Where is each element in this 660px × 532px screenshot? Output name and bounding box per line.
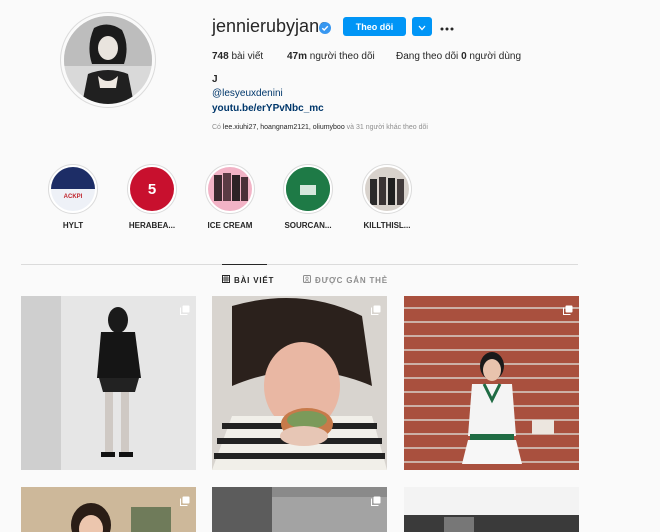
highlight-item[interactable]: ICE CREAM: [204, 164, 256, 230]
bio-name: J: [212, 74, 218, 85]
avatar: [64, 16, 152, 104]
profile-avatar-ring[interactable]: [60, 12, 156, 108]
post-thumbnail[interactable]: [21, 487, 196, 532]
highlight-cover: ACKPI: [51, 167, 95, 211]
posts-count-stat: 748 bài viết: [212, 51, 263, 62]
highlight-item[interactable]: KILLTHISL...: [361, 164, 413, 230]
followed-by-users: lee.xiuhi27, hoangnam2121, oliumyboo: [222, 124, 345, 131]
tab-posts[interactable]: BÀI VIẾT: [222, 275, 274, 285]
active-tab-indicator: [222, 264, 267, 265]
highlight-ring: 5: [127, 164, 177, 214]
highlight-label: HYLT: [62, 221, 84, 230]
highlight-badge: 5: [147, 180, 157, 198]
tab-tagged-label: ĐƯỢC GẮN THẺ: [315, 275, 388, 285]
posts-count: 748: [212, 51, 229, 62]
highlight-item[interactable]: ACKPI HYLT: [47, 164, 99, 230]
multiple-photos-icon: [563, 302, 573, 315]
multiple-photos-icon: [180, 302, 190, 315]
highlight-ring: [205, 164, 255, 214]
multiple-photos-icon: [180, 493, 190, 506]
post-thumbnail[interactable]: [21, 296, 196, 470]
highlight-item[interactable]: SOURCAN...: [282, 164, 334, 230]
following-suffix: người dùng: [469, 51, 522, 62]
posts-label: bài viết: [231, 51, 264, 62]
grid-icon: [222, 275, 230, 285]
highlight-ring: [362, 164, 412, 214]
post-thumbnail[interactable]: [404, 487, 579, 532]
bio-external-link[interactable]: youtu.be/erYPvNbc_mc: [212, 103, 324, 114]
followers-count: 47m: [287, 51, 308, 62]
highlight-cover: [365, 167, 409, 211]
highlight-cover: [208, 167, 252, 211]
highlight-label: SOURCAN...: [284, 221, 332, 230]
tab-tagged[interactable]: ĐƯỢC GẮN THẺ: [303, 275, 388, 285]
highlight-label: KILLTHISL...: [363, 221, 411, 230]
multiple-photos-icon: [371, 493, 381, 506]
more-options-button[interactable]: [439, 17, 455, 36]
post-thumbnail[interactable]: [212, 487, 387, 532]
tab-posts-label: BÀI VIẾT: [234, 275, 275, 285]
verified-badge-icon: [319, 21, 331, 34]
more-icon: [440, 18, 454, 36]
following-stat[interactable]: Đang theo dõi 0 người dùng: [396, 51, 521, 62]
profile-username: jennierubyjane: [212, 16, 330, 36]
post-thumbnail[interactable]: [212, 296, 387, 470]
multiple-photos-icon: [371, 302, 381, 315]
followed-by-prefix: Có: [212, 124, 221, 131]
following-count: 0: [461, 51, 467, 62]
highlight-ring: ACKPI: [48, 164, 98, 214]
bio-handle-link[interactable]: @lesyeuxdenini: [212, 88, 283, 99]
followers-stat[interactable]: 47m người theo dõi: [287, 51, 375, 62]
follow-button[interactable]: Theo dõi: [343, 17, 406, 36]
followed-by-text[interactable]: Có lee.xiuhi27, hoangnam2121, oliumyboo …: [212, 124, 428, 131]
tagged-user-icon: [303, 275, 311, 285]
tabs-divider: [21, 264, 578, 265]
highlight-ring: [283, 164, 333, 214]
svg-text:ACKPI: ACKPI: [64, 194, 83, 200]
chevron-down-icon: [418, 18, 426, 36]
following-prefix: Đang theo dõi: [396, 51, 459, 62]
highlight-cover: [286, 167, 330, 211]
followers-label: người theo dõi: [309, 51, 375, 62]
highlight-label: ICE CREAM: [207, 221, 253, 230]
highlight-item[interactable]: 5 HERABEA...: [126, 164, 178, 230]
highlight-cover: 5: [130, 167, 174, 211]
followed-by-suffix: và 31 người khác theo dõi: [346, 124, 428, 131]
post-thumbnail[interactable]: [404, 296, 579, 470]
suggested-accounts-button[interactable]: [412, 17, 432, 36]
highlight-label: HERABEA...: [128, 221, 176, 230]
